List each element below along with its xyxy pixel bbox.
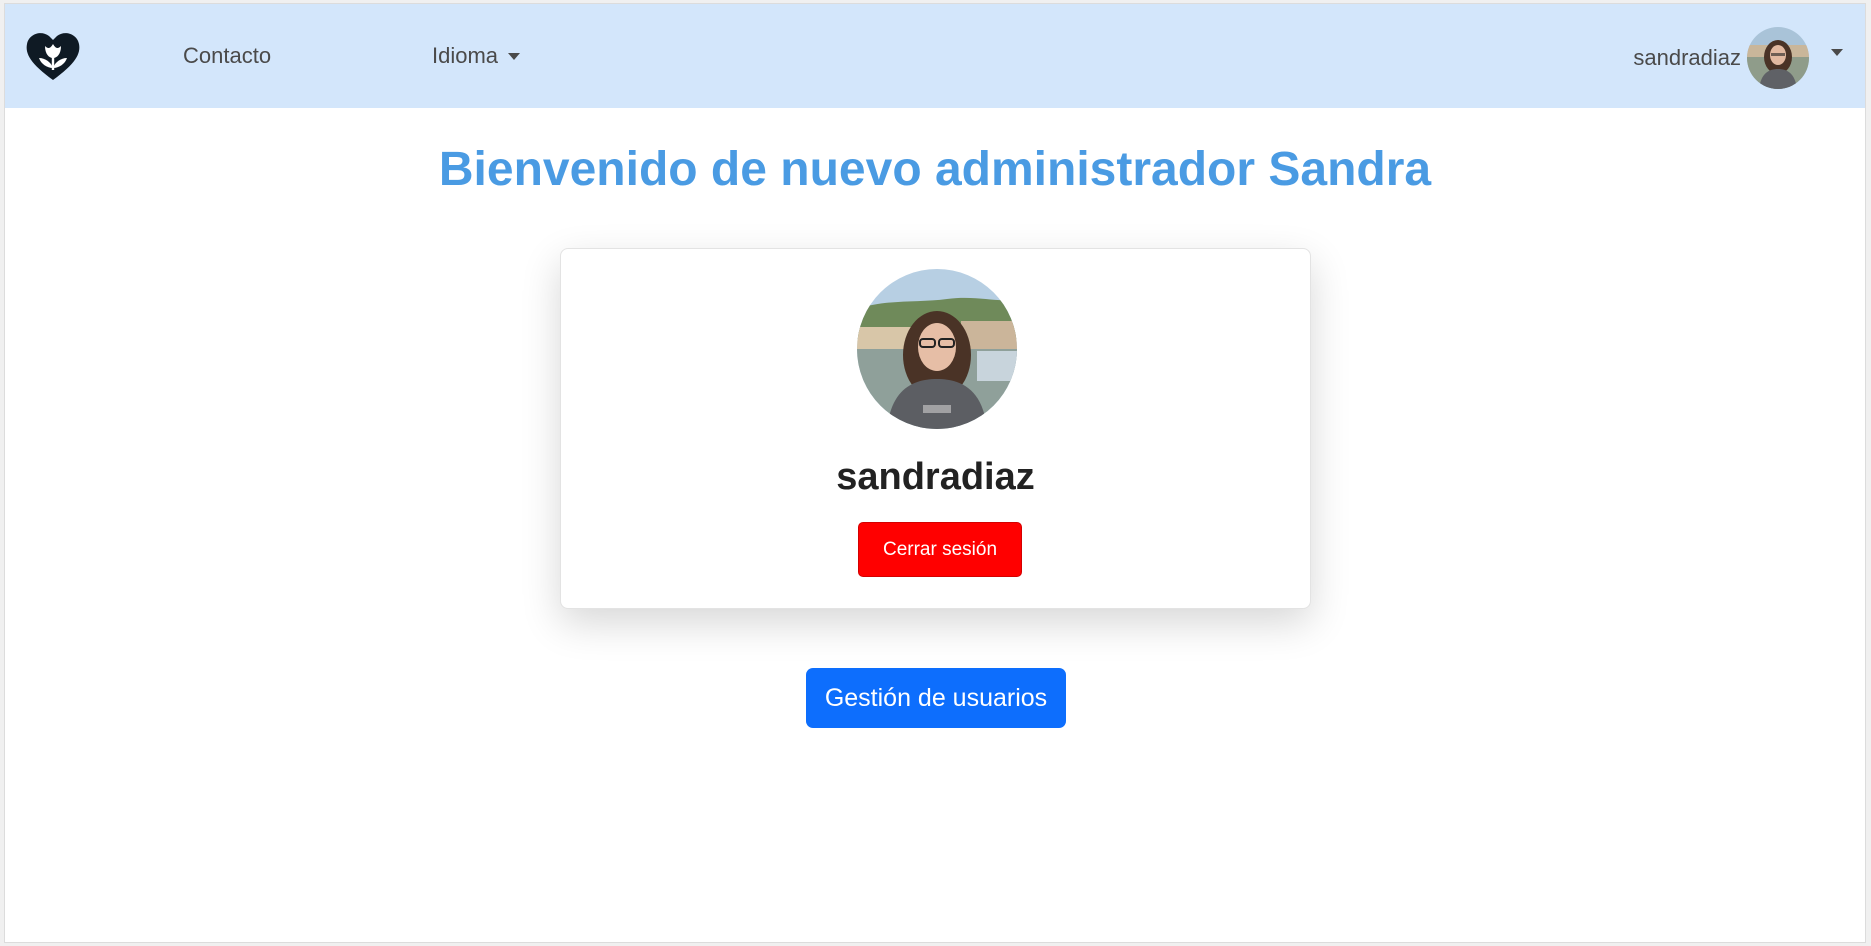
heart-tulip-logo-icon[interactable]: [25, 30, 81, 82]
language-dropdown-label: Idioma: [432, 43, 499, 68]
manage-users-button[interactable]: Gestión de usuarios: [806, 668, 1066, 728]
nav-link-contacto[interactable]: Contacto: [183, 43, 271, 69]
profile-username: sandradiaz: [836, 456, 1035, 498]
language-dropdown[interactable]: Idioma: [432, 43, 521, 69]
page-title: Bienvenido de nuevo administrador Sandra: [438, 143, 1432, 196]
user-menu-username: sandradiaz: [1633, 45, 1741, 70]
logout-button[interactable]: Cerrar sesión: [858, 522, 1022, 577]
chevron-down-icon: [1831, 48, 1843, 56]
user-menu[interactable]: sandradiaz: [1633, 26, 1843, 90]
app-window: Contacto Idioma sandradiaz Bienvenido de…: [4, 3, 1866, 943]
chevron-down-icon: [508, 52, 521, 60]
profile-avatar: [857, 269, 1017, 429]
user-avatar-icon: [1747, 27, 1809, 89]
profile-card: sandradiaz Cerrar sesión: [560, 248, 1311, 609]
navbar: Contacto Idioma sandradiaz: [5, 4, 1865, 108]
